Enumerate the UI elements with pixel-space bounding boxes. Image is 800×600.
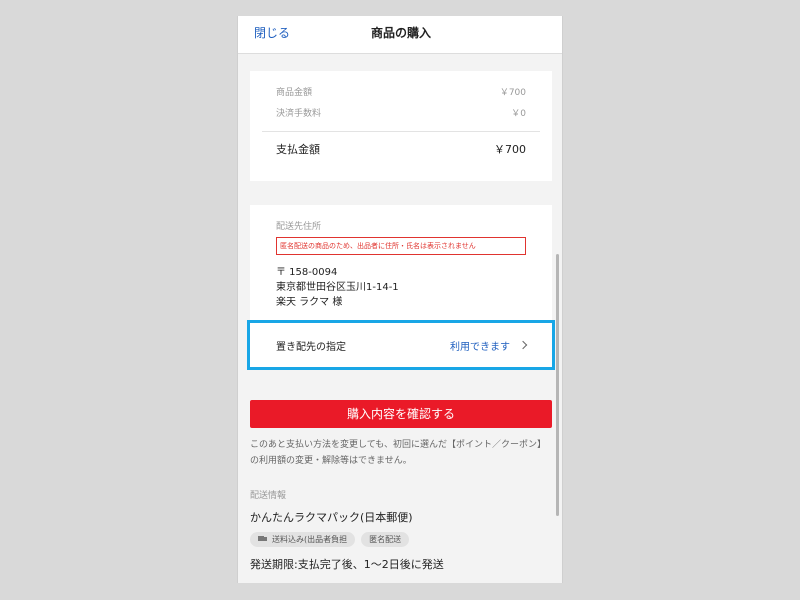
payment-note: このあと支払い方法を変更しても、初回に選んだ【ポイント／クーポン】の利用額の変更… (250, 440, 547, 466)
truck-icon (258, 536, 268, 543)
shipping-method: かんたんラクマパック(日本郵便) (250, 511, 413, 524)
confirm-purchase-button[interactable]: 購入内容を確認する (250, 400, 552, 428)
total-label: 支払金額 (276, 143, 320, 156)
item-price-label: 商品金額 (276, 88, 313, 98)
fee-row: 決済手数料 ￥0 (276, 106, 526, 119)
shipping-fee-badge: 送料込み(出品者負担 (250, 532, 356, 547)
shipping-fee-badge-label: 送料込み(出品者負担 (272, 535, 348, 544)
anonymous-shipping-badge: 匿名配送 (361, 532, 410, 547)
item-price-row: 商品金額 ￥700 (276, 85, 526, 98)
street-address: 東京都世田谷区玉川1-14-1 (276, 282, 399, 293)
shipping-deadline: 発送期限:支払完了後、1〜2日後に発送 (250, 558, 444, 571)
total-value: ￥700 (494, 143, 526, 156)
highlight-box (247, 320, 555, 370)
price-summary-card: 商品金額 ￥700 決済手数料 ￥0 支払金額 ￥700 (250, 71, 552, 181)
recipient-name: 楽天 ラクマ 様 (276, 297, 343, 308)
header-bar: 閉じる 商品の購入 (238, 16, 562, 54)
shipping-info-label: 配送情報 (250, 491, 287, 501)
divider (262, 131, 540, 132)
postal-code: 〒 158-0094 (276, 267, 338, 278)
anonymous-shipping-badge-label: 匿名配送 (369, 535, 402, 544)
anonymous-notice: 匿名配送の商品のため、出品者に住所・氏名は表示されません (276, 237, 526, 255)
purchase-screen: 閉じる 商品の購入 商品金額 ￥700 決済手数料 ￥0 支払金額 ￥700 配… (237, 16, 563, 583)
shipping-badges: 送料込み(出品者負担 匿名配送 (250, 532, 410, 547)
page-title: 商品の購入 (370, 26, 431, 40)
scrollbar[interactable] (556, 254, 559, 516)
total-row: 支払金額 ￥700 (276, 141, 526, 157)
address-label: 配送先住所 (276, 222, 322, 232)
fee-label: 決済手数料 (276, 109, 322, 119)
item-price-value: ￥700 (499, 88, 526, 98)
fee-value: ￥0 (511, 109, 526, 119)
